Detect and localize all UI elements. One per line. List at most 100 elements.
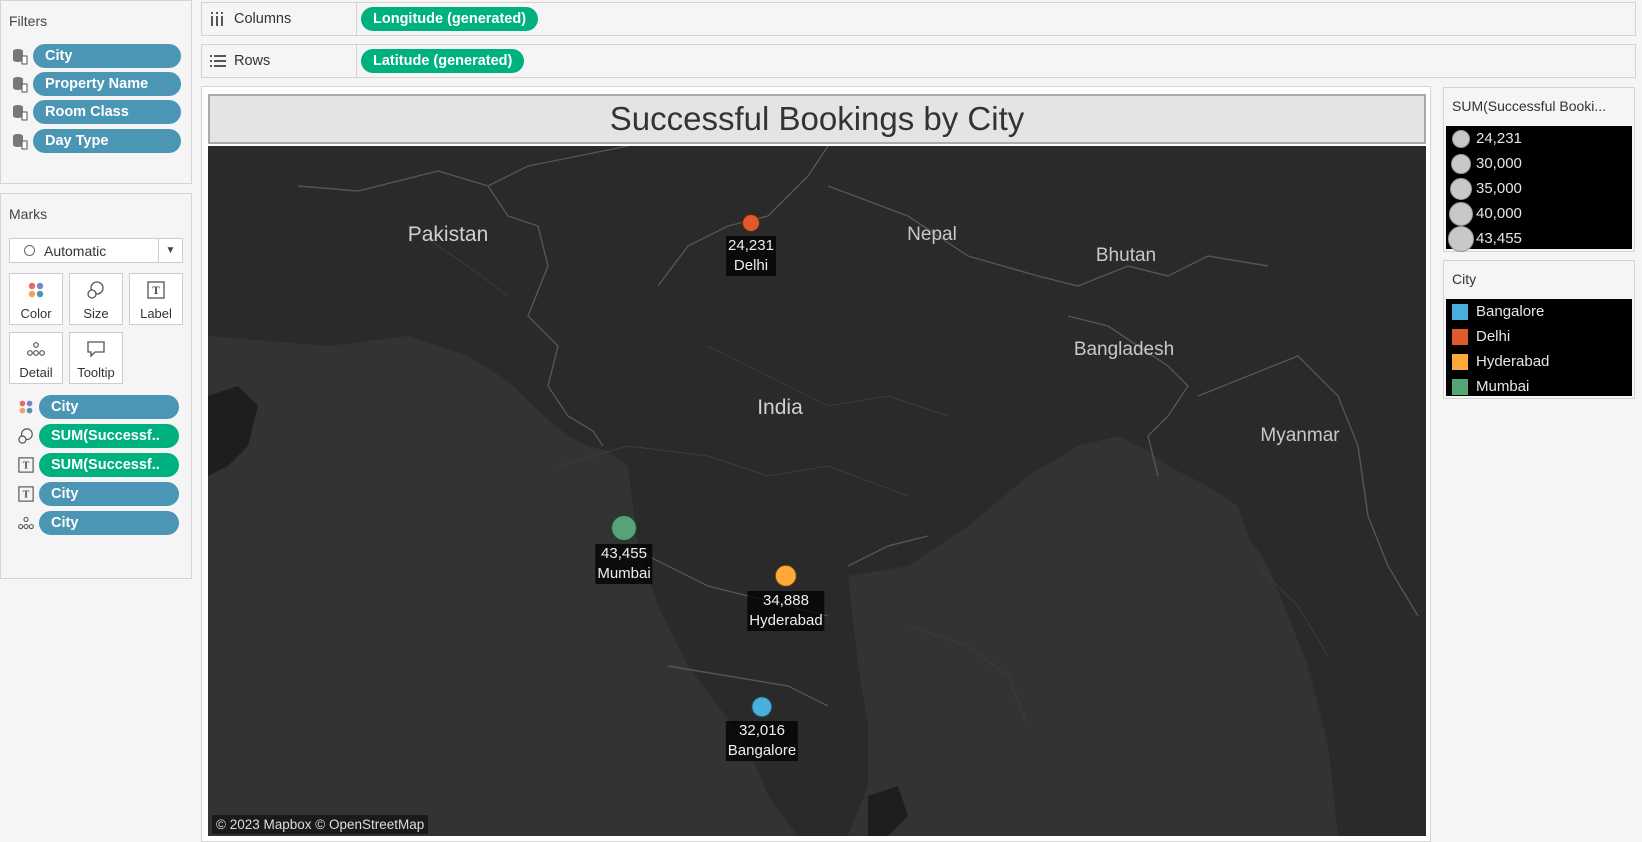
mark-field-color-city[interactable]: City xyxy=(39,395,179,419)
label-button-label: Label xyxy=(140,306,172,321)
country-label: Pakistan xyxy=(407,223,489,246)
size-legend[interactable]: SUM(Successful Booki... 24,231 30,000 35… xyxy=(1443,87,1635,252)
color-button[interactable]: Color xyxy=(9,273,63,325)
city-value-bangalore: 32,016 xyxy=(739,722,785,739)
map-attribution[interactable]: © 2023 Mapbox © OpenStreetMap xyxy=(212,815,429,834)
text-label-icon: T xyxy=(147,281,165,302)
label-button[interactable]: T Label xyxy=(129,273,183,325)
city-label-hyderabad: 34,888 Hyderabad xyxy=(747,591,825,631)
color-legend-body: Bangalore Delhi Hyderabad Mumbai xyxy=(1446,299,1632,396)
size-legend-label: 35,000 xyxy=(1476,180,1522,197)
color-legend-label: Mumbai xyxy=(1476,378,1530,395)
size-legend-label: 24,231 xyxy=(1476,130,1522,147)
city-value-delhi: 24,231 xyxy=(728,237,774,254)
shelf-divider xyxy=(356,3,357,35)
columns-shelf-label: Columns xyxy=(210,3,291,35)
color-legend-item[interactable]: Bangalore xyxy=(1446,299,1632,324)
size-legend-label: 30,000 xyxy=(1476,155,1522,172)
filters-card: Filters City Property Name Room Class Da… xyxy=(0,0,192,184)
database-icon xyxy=(7,129,33,153)
color-swatch xyxy=(1452,378,1468,395)
country-label: Bhutan xyxy=(1095,245,1157,266)
mark-field-row[interactable]: City xyxy=(13,395,179,419)
rows-icon xyxy=(210,54,234,68)
city-mark-delhi[interactable] xyxy=(742,214,760,232)
city-name-hyderabad: Hyderabad xyxy=(749,612,823,629)
circle-size-icon xyxy=(1446,153,1476,174)
filter-row[interactable]: Room Class xyxy=(7,100,181,124)
color-legend-item[interactable]: Hyderabad xyxy=(1446,349,1632,374)
color-legend-label: Bangalore xyxy=(1476,303,1545,320)
filter-row[interactable]: Property Name xyxy=(7,72,181,96)
size-legend-item[interactable]: 40,000 xyxy=(1446,201,1632,226)
mark-field-row[interactable]: T SUM(Successf.. xyxy=(13,453,179,477)
rows-shelf[interactable]: Rows Latitude (generated) xyxy=(201,44,1636,78)
size-legend-item[interactable]: 43,455 xyxy=(1446,225,1632,252)
mark-field-label-city[interactable]: City xyxy=(39,482,179,506)
color-legend-label: Delhi xyxy=(1476,328,1511,345)
rows-pill-latitude[interactable]: Latitude (generated) xyxy=(361,49,525,73)
chevron-down-icon[interactable]: ▼ xyxy=(158,239,182,262)
city-value-hyderabad: 34,888 xyxy=(763,592,809,609)
tooltip-button[interactable]: Tooltip xyxy=(69,332,123,384)
country-label: India xyxy=(757,396,803,419)
detail-icon xyxy=(13,511,39,535)
detail-icon xyxy=(26,340,46,361)
size-legend-item[interactable]: 35,000 xyxy=(1446,176,1632,201)
size-button[interactable]: Size xyxy=(69,273,123,325)
database-icon xyxy=(7,72,33,96)
country-label: Myanmar xyxy=(1260,425,1340,446)
size-legend-item[interactable]: 30,000 xyxy=(1446,151,1632,176)
color-button-label: Color xyxy=(20,306,52,321)
columns-label-text: Columns xyxy=(234,11,292,27)
color-legend-item[interactable]: Delhi xyxy=(1446,324,1632,349)
color-swatch xyxy=(1452,353,1468,370)
rows-shelf-label: Rows xyxy=(210,45,270,77)
circle-size-icon xyxy=(1446,129,1476,148)
filter-row[interactable]: Day Type xyxy=(7,129,181,153)
mark-type-value: Automatic xyxy=(44,242,107,259)
mark-field-row[interactable]: SUM(Successf.. xyxy=(13,424,179,448)
city-name-bangalore: Bangalore xyxy=(727,742,797,759)
city-mark-mumbai[interactable] xyxy=(611,515,637,541)
columns-shelf[interactable]: Columns Longitude (generated) xyxy=(201,2,1636,36)
mark-field-detail-city[interactable]: City xyxy=(39,511,179,535)
size-legend-body: 24,231 30,000 35,000 40,000 43,455 xyxy=(1446,126,1632,252)
detail-button-label: Detail xyxy=(19,365,53,380)
city-name-mumbai: Mumbai xyxy=(597,565,651,582)
mark-field-row[interactable]: City xyxy=(13,511,179,535)
mark-field-label-measure[interactable]: SUM(Successf.. xyxy=(39,453,179,477)
color-swatch xyxy=(1452,328,1468,345)
circle-size-icon xyxy=(1446,225,1476,252)
marks-card: Marks Automatic ▼ Color Size T Label Det… xyxy=(0,193,192,579)
columns-icon xyxy=(210,11,234,27)
color-swatch xyxy=(1452,303,1468,320)
filter-pill-day-type[interactable]: Day Type xyxy=(33,129,181,153)
color-legend-item[interactable]: Mumbai xyxy=(1446,374,1632,399)
circle-mark-icon xyxy=(24,245,35,256)
map-view[interactable]: Pakistan Nepal Bhutan Bangladesh India M… xyxy=(208,146,1426,836)
city-label-delhi: 24,231 Delhi xyxy=(726,236,776,276)
color-palette-icon xyxy=(27,281,45,302)
circle-size-icon xyxy=(1446,201,1476,226)
tooltip-button-label: Tooltip xyxy=(77,365,115,380)
color-legend-title: City xyxy=(1452,271,1477,287)
tooltip-icon xyxy=(86,340,106,361)
filter-pill-room-class[interactable]: Room Class xyxy=(33,100,181,124)
city-label-mumbai: 43,455 Mumbai xyxy=(595,544,653,584)
color-legend[interactable]: City Bangalore Delhi Hyderabad Mumbai xyxy=(1443,260,1635,399)
size-icon xyxy=(13,424,39,448)
filter-row[interactable]: City xyxy=(7,44,181,68)
mark-type-dropdown[interactable]: Automatic ▼ xyxy=(9,238,183,263)
size-legend-item[interactable]: 24,231 xyxy=(1446,126,1632,151)
detail-button[interactable]: Detail xyxy=(9,332,63,384)
mark-field-row[interactable]: T City xyxy=(13,482,179,506)
text-label-icon: T xyxy=(13,453,39,477)
mark-field-size-measure[interactable]: SUM(Successf.. xyxy=(39,424,179,448)
color-legend-label: Hyderabad xyxy=(1476,353,1550,370)
filters-title: Filters xyxy=(9,13,48,29)
svg-text:T: T xyxy=(152,286,160,297)
filter-pill-property-name[interactable]: Property Name xyxy=(33,72,181,96)
filter-pill-city[interactable]: City xyxy=(33,44,181,68)
columns-pill-longitude[interactable]: Longitude (generated) xyxy=(361,7,539,31)
